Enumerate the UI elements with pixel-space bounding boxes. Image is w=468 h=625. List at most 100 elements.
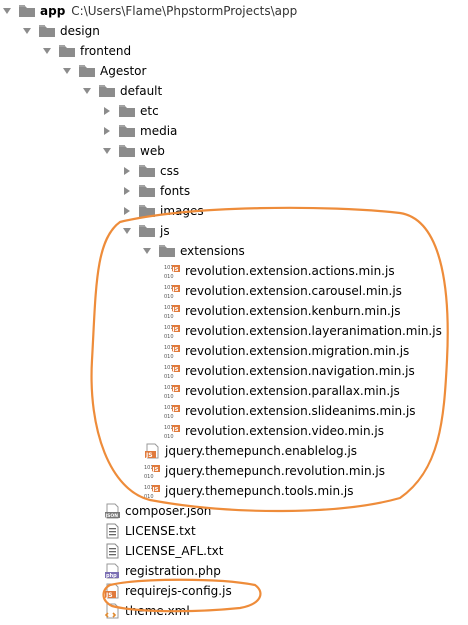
triangle-down-icon[interactable]	[142, 241, 152, 261]
tree-file[interactable]: 101 010 JS revolution.extension.layeranimat…	[164, 321, 442, 341]
tree-item-label: Agestor	[100, 64, 147, 78]
txt-file-icon	[104, 543, 120, 559]
tree-folder[interactable]: media	[102, 121, 177, 141]
triangle-down-icon[interactable]	[22, 21, 32, 41]
tree-folder[interactable]: web	[102, 141, 165, 161]
tree-item-label: LICENSE.txt	[125, 524, 196, 538]
tree-folder[interactable]: etc	[102, 101, 159, 121]
folder-icon	[98, 84, 116, 98]
tree-item-label: jquery.themepunch.tools.min.js	[165, 484, 354, 498]
triangle-down-icon[interactable]	[42, 41, 52, 61]
tree-folder[interactable]: default	[82, 81, 162, 101]
tree-file[interactable]: 101 010 JS revolution.extension.video.min.j…	[164, 421, 384, 441]
tree-item-label: web	[140, 144, 165, 158]
minjs-file-icon: 101 010 JS	[164, 303, 180, 319]
triangle-down-icon[interactable]	[62, 61, 72, 81]
tree-folder[interactable]: frontend	[42, 41, 131, 61]
minjs-file-icon: 101 010 JS	[164, 263, 180, 279]
tree-item-label: design	[60, 24, 100, 38]
triangle-right-icon[interactable]	[102, 121, 112, 141]
svg-text:010: 010	[144, 474, 154, 479]
tree-item-label: revolution.extension.slideanims.min.js	[185, 404, 416, 418]
svg-text:010: 010	[164, 294, 174, 299]
tree-file[interactable]: JSON composer.json	[104, 501, 211, 521]
svg-text:JS: JS	[172, 407, 179, 413]
tree-file[interactable]: 101 010 JS jquery.themepunch.tools.min.js	[144, 481, 354, 501]
minjs-file-icon: 101 010 JS	[164, 343, 180, 359]
tree-item-label: revolution.extension.carousel.min.js	[185, 284, 402, 298]
tree-folder[interactable]: js	[122, 221, 170, 241]
tree-item-label: revolution.extension.navigation.min.js	[185, 364, 415, 378]
tree-root[interactable]: app C:\Users\Flame\PhpstormProjects\app	[2, 1, 297, 21]
triangle-down-icon[interactable]	[82, 81, 92, 101]
triangle-right-icon[interactable]	[122, 201, 132, 221]
folder-icon	[118, 144, 136, 158]
triangle-down-icon[interactable]	[102, 141, 112, 161]
triangle-right-icon[interactable]	[102, 101, 112, 121]
php-file-icon: php	[104, 563, 120, 579]
minjs-file-icon: 101 010 JS	[164, 383, 180, 399]
tree-file[interactable]: LICENSE.txt	[104, 521, 196, 541]
folder-icon	[58, 44, 76, 58]
tree-file[interactable]: 101 010 JS revolution.extension.kenburn.min…	[164, 301, 400, 321]
tree-folder[interactable]: design	[22, 21, 100, 41]
tree-item-label: extensions	[180, 244, 245, 258]
tree-item-label: etc	[140, 104, 159, 118]
svg-text:php: php	[106, 573, 117, 579]
js-file-icon: JS	[144, 443, 160, 459]
tree-file[interactable]: theme.xml	[104, 601, 190, 621]
tree-file[interactable]: 101 010 JS revolution.extension.actions.min…	[164, 261, 395, 281]
tree-item-label: theme.xml	[125, 604, 190, 618]
tree-file[interactable]: JS jquery.themepunch.enablelog.js	[144, 441, 357, 461]
folder-icon	[138, 204, 156, 218]
tree-folder[interactable]: images	[122, 201, 204, 221]
xml-file-icon	[104, 603, 120, 619]
tree-item-label: registration.php	[125, 564, 221, 578]
triangle-right-icon[interactable]	[122, 181, 132, 201]
tree-item-label: revolution.extension.actions.min.js	[185, 264, 395, 278]
tree-item-label: js	[160, 224, 170, 238]
svg-text:JS: JS	[172, 387, 179, 393]
triangle-right-icon[interactable]	[122, 161, 132, 181]
triangle-down-icon[interactable]	[122, 221, 132, 241]
folder-icon	[118, 104, 136, 118]
svg-text:JS: JS	[172, 267, 179, 273]
tree-file[interactable]: 101 010 JS revolution.extension.parallax.mi…	[164, 381, 400, 401]
svg-text:JS: JS	[172, 327, 179, 333]
svg-text:010: 010	[164, 334, 174, 339]
triangle-down-icon[interactable]	[2, 1, 12, 21]
tree-file[interactable]: 101 010 JS revolution.extension.slideanims.…	[164, 401, 416, 421]
js-file-icon: JS	[104, 583, 120, 599]
tree-file[interactable]: LICENSE_AFL.txt	[104, 541, 223, 561]
tree-file[interactable]: JS requirejs-config.js	[104, 581, 232, 601]
folder-icon	[78, 64, 96, 78]
tree-file[interactable]: 101 010 JS jquery.themepunch.revolution.min…	[144, 461, 385, 481]
folder-icon	[18, 4, 36, 18]
folder-icon	[38, 24, 56, 38]
root-label: app	[40, 4, 66, 18]
svg-text:010: 010	[164, 354, 174, 359]
svg-text:JS: JS	[105, 592, 113, 599]
svg-text:JS: JS	[172, 427, 179, 433]
folder-icon	[138, 224, 156, 238]
folder-icon	[118, 124, 136, 138]
tree-item-label: revolution.extension.video.min.js	[185, 424, 384, 438]
minjs-file-icon: 101 010 JS	[144, 463, 160, 479]
tree-folder[interactable]: extensions	[142, 241, 245, 261]
svg-text:010: 010	[164, 434, 174, 439]
tree-folder[interactable]: fonts	[122, 181, 190, 201]
tree-file[interactable]: 101 010 JS revolution.extension.navigation.…	[164, 361, 415, 381]
tree-item-label: jquery.themepunch.enablelog.js	[165, 444, 358, 458]
svg-text:JSON: JSON	[105, 513, 119, 519]
svg-text:JS: JS	[172, 347, 179, 353]
svg-text:JS: JS	[172, 367, 179, 373]
tree-item-label: revolution.extension.migration.min.js	[185, 344, 410, 358]
tree-file[interactable]: 101 010 JS revolution.extension.migration.m…	[164, 341, 409, 361]
tree-folder[interactable]: css	[122, 161, 179, 181]
tree-folder[interactable]: Agestor	[62, 61, 146, 81]
tree-file[interactable]: php registration.php	[104, 561, 221, 581]
minjs-file-icon: 101 010 JS	[164, 323, 180, 339]
tree-file[interactable]: 101 010 JS revolution.extension.carousel.mi…	[164, 281, 402, 301]
svg-text:010: 010	[164, 414, 174, 419]
tree-item-label: jquery.themepunch.revolution.min.js	[165, 464, 385, 478]
